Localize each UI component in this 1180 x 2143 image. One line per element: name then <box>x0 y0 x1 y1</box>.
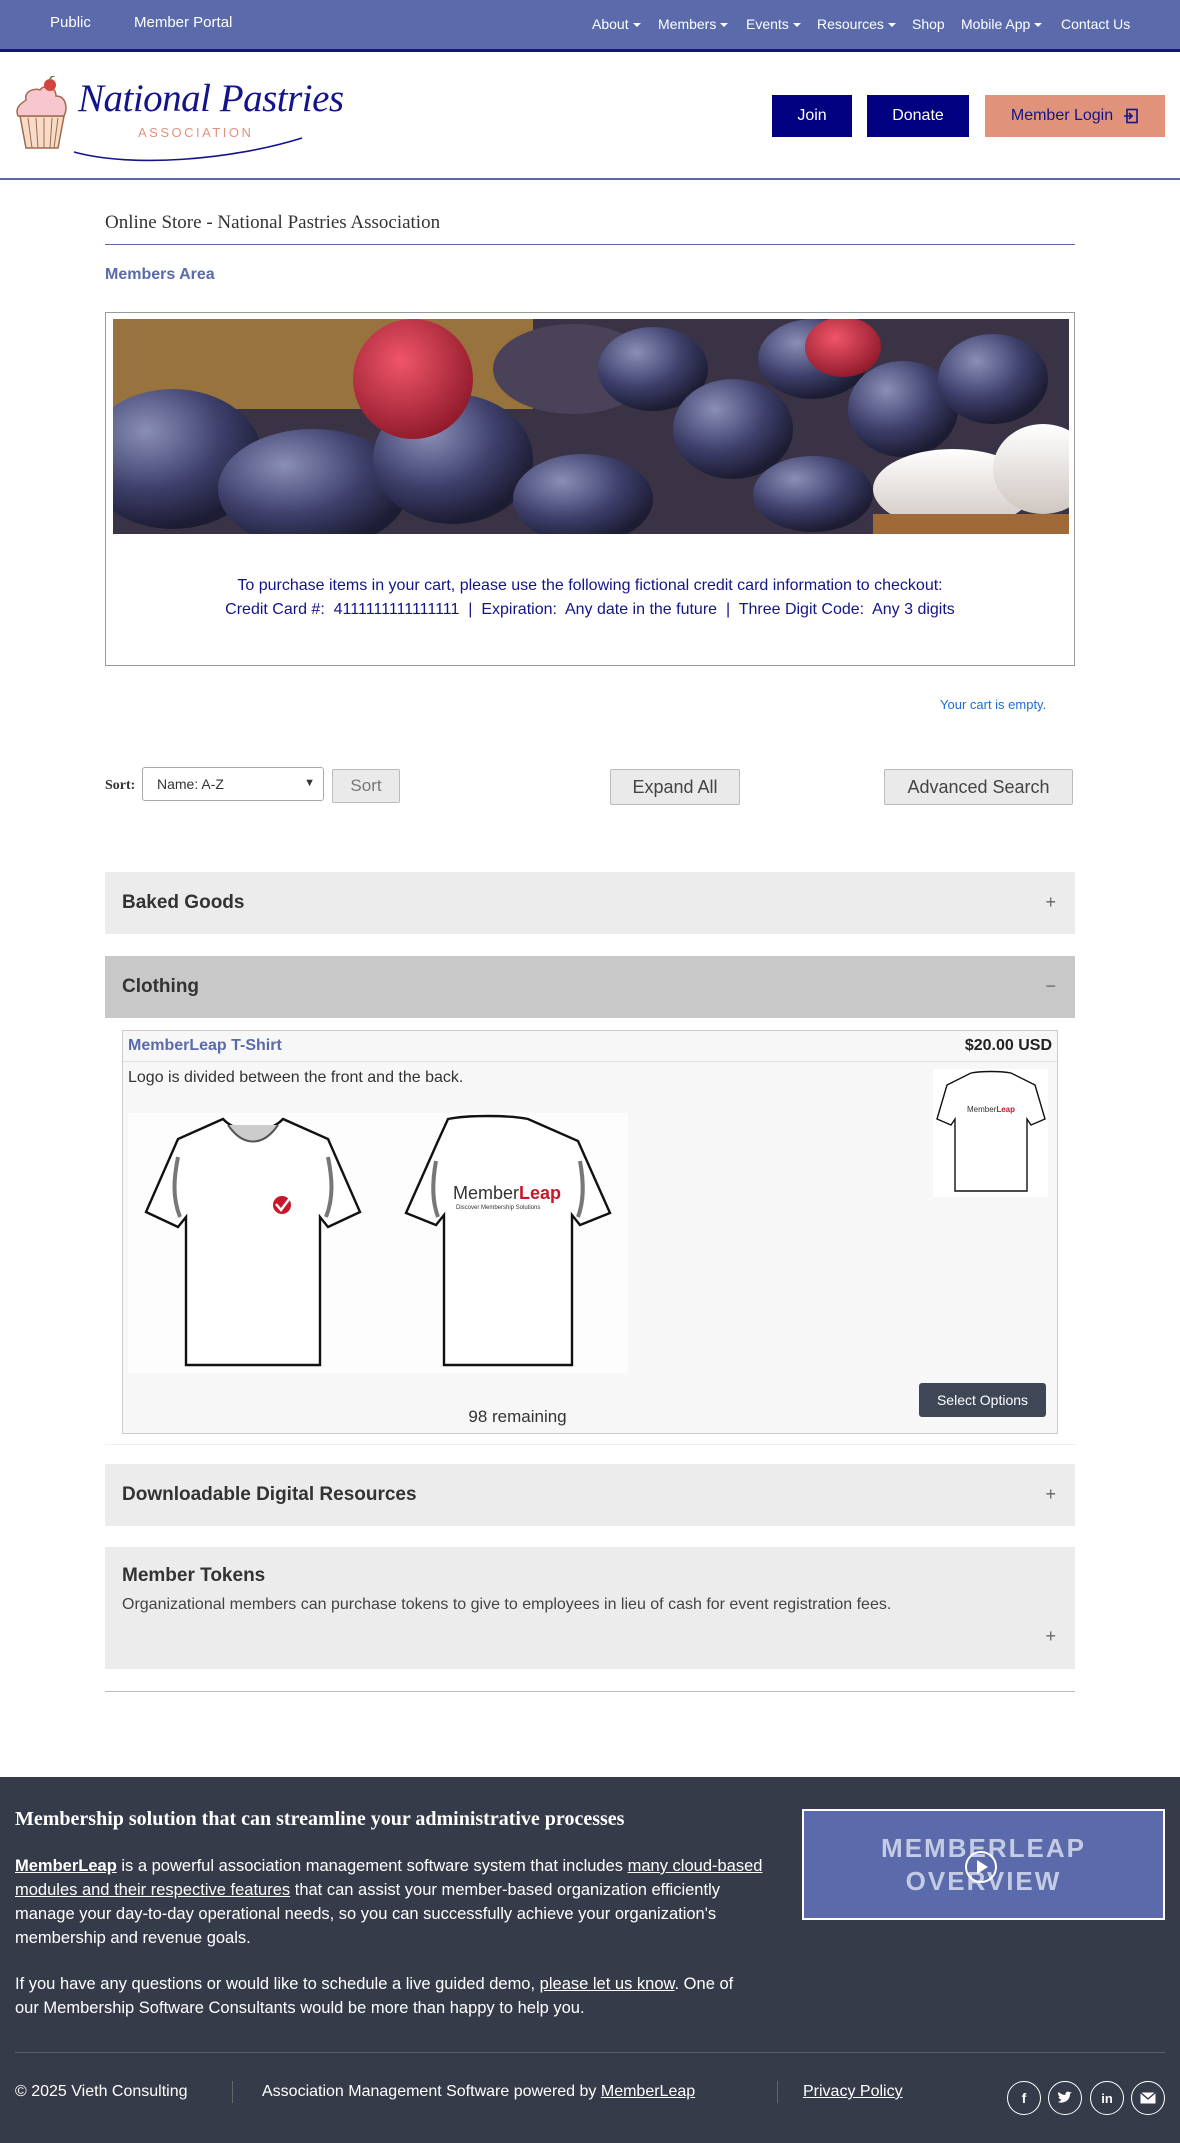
credit-card-info: Credit Card #: 4111111111111111 | Expira… <box>225 601 955 618</box>
category-baked-goods[interactable]: Baked Goods + <box>105 872 1075 934</box>
expand-plus-icon[interactable]: + <box>1045 1626 1056 1647</box>
divider <box>105 244 1075 245</box>
category-description: Organizational members can purchase toke… <box>122 1596 892 1613</box>
footer-separator <box>777 2081 778 2103</box>
logo-swoosh <box>73 137 303 162</box>
play-icon[interactable] <box>964 1850 998 1884</box>
login-icon <box>1124 108 1138 124</box>
product-price: $20.00 USD <box>964 1037 1052 1054</box>
footer-paragraph-1: MemberLeap is a powerful association man… <box>15 1857 763 1947</box>
product-header-divider <box>123 1061 1057 1062</box>
sort-label: Sort: <box>105 778 136 793</box>
caret-down-icon <box>632 23 641 28</box>
facebook-icon[interactable]: f <box>1007 2081 1041 2115</box>
category-title: Member Tokens <box>122 1565 266 1586</box>
nav-shop[interactable]: Shop <box>912 16 945 32</box>
content-bottom-rule <box>105 1691 1075 1692</box>
product-name-link[interactable]: MemberLeap T-Shirt <box>128 1037 282 1055</box>
category-downloadable-digital-resources[interactable]: Downloadable Digital Resources + <box>105 1464 1075 1526</box>
chevron-down-icon: ▼ <box>304 777 315 789</box>
nav-mobile-app[interactable]: Mobile App <box>961 16 1043 32</box>
tshirt-thumbnail-image: MemberLeap <box>936 1070 1046 1192</box>
tshirt-front-back-image: MemberLeap Discover Membership Solutions <box>128 1113 628 1373</box>
footer-paragraph-2: If you have any questions or would like … <box>15 1975 734 2017</box>
memberleap-link[interactable]: MemberLeap <box>15 1857 117 1875</box>
copyright: © 2025 Vieth Consulting <box>15 2083 188 2100</box>
shirt-brand-text: MemberLeap <box>453 1183 562 1203</box>
privacy-policy-link[interactable]: Privacy Policy <box>803 2083 903 2101</box>
top-navigation-bar: Public Member Portal About Members Event… <box>0 0 1180 52</box>
clothing-panel-bottom-rule <box>105 1444 1075 1445</box>
footer-heading: Membership solution that can streamline … <box>15 1808 625 1830</box>
member-login-label: Member Login <box>1010 107 1114 124</box>
category-title: Baked Goods <box>122 892 245 913</box>
company-name: Vieth Consulting <box>71 2083 188 2100</box>
sort-button[interactable]: Sort <box>332 769 400 803</box>
store-banner-box: To purchase items in your cart, please u… <box>105 312 1075 666</box>
expand-all-button[interactable]: Expand All <box>610 769 740 805</box>
expand-plus-icon[interactable]: + <box>1045 1484 1056 1505</box>
category-member-tokens[interactable]: Member Tokens Organizational members can… <box>105 1547 1075 1669</box>
powered-by: Association Management Software powered … <box>262 2083 696 2100</box>
svg-text:MemberLeap: MemberLeap <box>967 1105 1015 1114</box>
category-title: Downloadable Digital Resources <box>122 1484 417 1505</box>
cart-status: Your cart is empty. <box>940 697 1047 712</box>
donate-button[interactable]: Donate <box>867 95 969 137</box>
collapse-minus-icon[interactable]: − <box>1045 976 1056 997</box>
page-title: Online Store - National Pastries Associa… <box>105 212 441 233</box>
member-login-button[interactable]: Member Login <box>985 95 1165 137</box>
member-portal-link[interactable]: Member Portal <box>134 14 232 31</box>
caret-down-icon <box>1034 23 1043 28</box>
sort-select[interactable]: Name: A-Z ▼ <box>142 767 324 801</box>
sort-select-value: Name: A-Z <box>157 776 224 792</box>
site-logo[interactable]: National Pastries ASSOCIATION <box>14 72 344 167</box>
checkout-instructions: To purchase items in your cart, please u… <box>237 577 943 594</box>
nav-resources[interactable]: Resources <box>817 16 896 32</box>
email-icon[interactable] <box>1131 2081 1165 2115</box>
site-footer: Membership solution that can streamline … <box>0 1777 1180 2143</box>
linkedin-icon[interactable]: in <box>1090 2081 1124 2115</box>
logo-title: National Pastries <box>78 77 344 120</box>
product-description: Logo is divided between the front and th… <box>128 1069 464 1086</box>
join-button[interactable]: Join <box>772 95 852 137</box>
nav-events[interactable]: Events <box>746 16 801 32</box>
category-title: Clothing <box>122 976 200 997</box>
shirt-tagline: Discover Membership Solutions <box>456 1205 541 1211</box>
category-clothing[interactable]: Clothing − <box>105 956 1075 1018</box>
caret-down-icon <box>887 23 896 28</box>
public-link[interactable]: Public <box>50 14 91 31</box>
product-thumbnail[interactable]: MemberLeap <box>933 1069 1048 1197</box>
footer-separator <box>232 2081 233 2103</box>
nav-members[interactable]: Members <box>658 16 729 32</box>
berry-tart-banner-image <box>113 319 1069 534</box>
footer-divider <box>15 2052 1165 2053</box>
select-options-button[interactable]: Select Options <box>919 1383 1046 1417</box>
product-card: MemberLeap T-Shirt $20.00 USD Logo is di… <box>122 1030 1058 1434</box>
tshirt-illustration <box>144 1114 612 1367</box>
cupcake-icon <box>16 76 67 149</box>
caret-down-icon <box>720 23 729 28</box>
overview-video-thumbnail[interactable]: MEMBERLEAP OVERVIEW <box>802 1809 1165 1920</box>
members-area-link[interactable]: Members Area <box>105 266 215 284</box>
nav-contact-us[interactable]: Contact Us <box>1061 16 1130 32</box>
nav-about[interactable]: About <box>592 16 641 32</box>
caret-down-icon <box>792 23 801 28</box>
site-header: National Pastries ASSOCIATION Join Donat… <box>0 52 1180 180</box>
berry-illustration <box>113 319 1069 534</box>
expand-plus-icon[interactable]: + <box>1045 892 1056 913</box>
twitter-icon[interactable] <box>1048 2081 1082 2115</box>
advanced-search-button[interactable]: Advanced Search <box>884 769 1073 805</box>
contact-us-link[interactable]: please let us know <box>540 1975 675 1993</box>
stock-remaining: 98 remaining <box>468 1407 567 1426</box>
memberleap-footer-link[interactable]: MemberLeap <box>601 2083 695 2100</box>
